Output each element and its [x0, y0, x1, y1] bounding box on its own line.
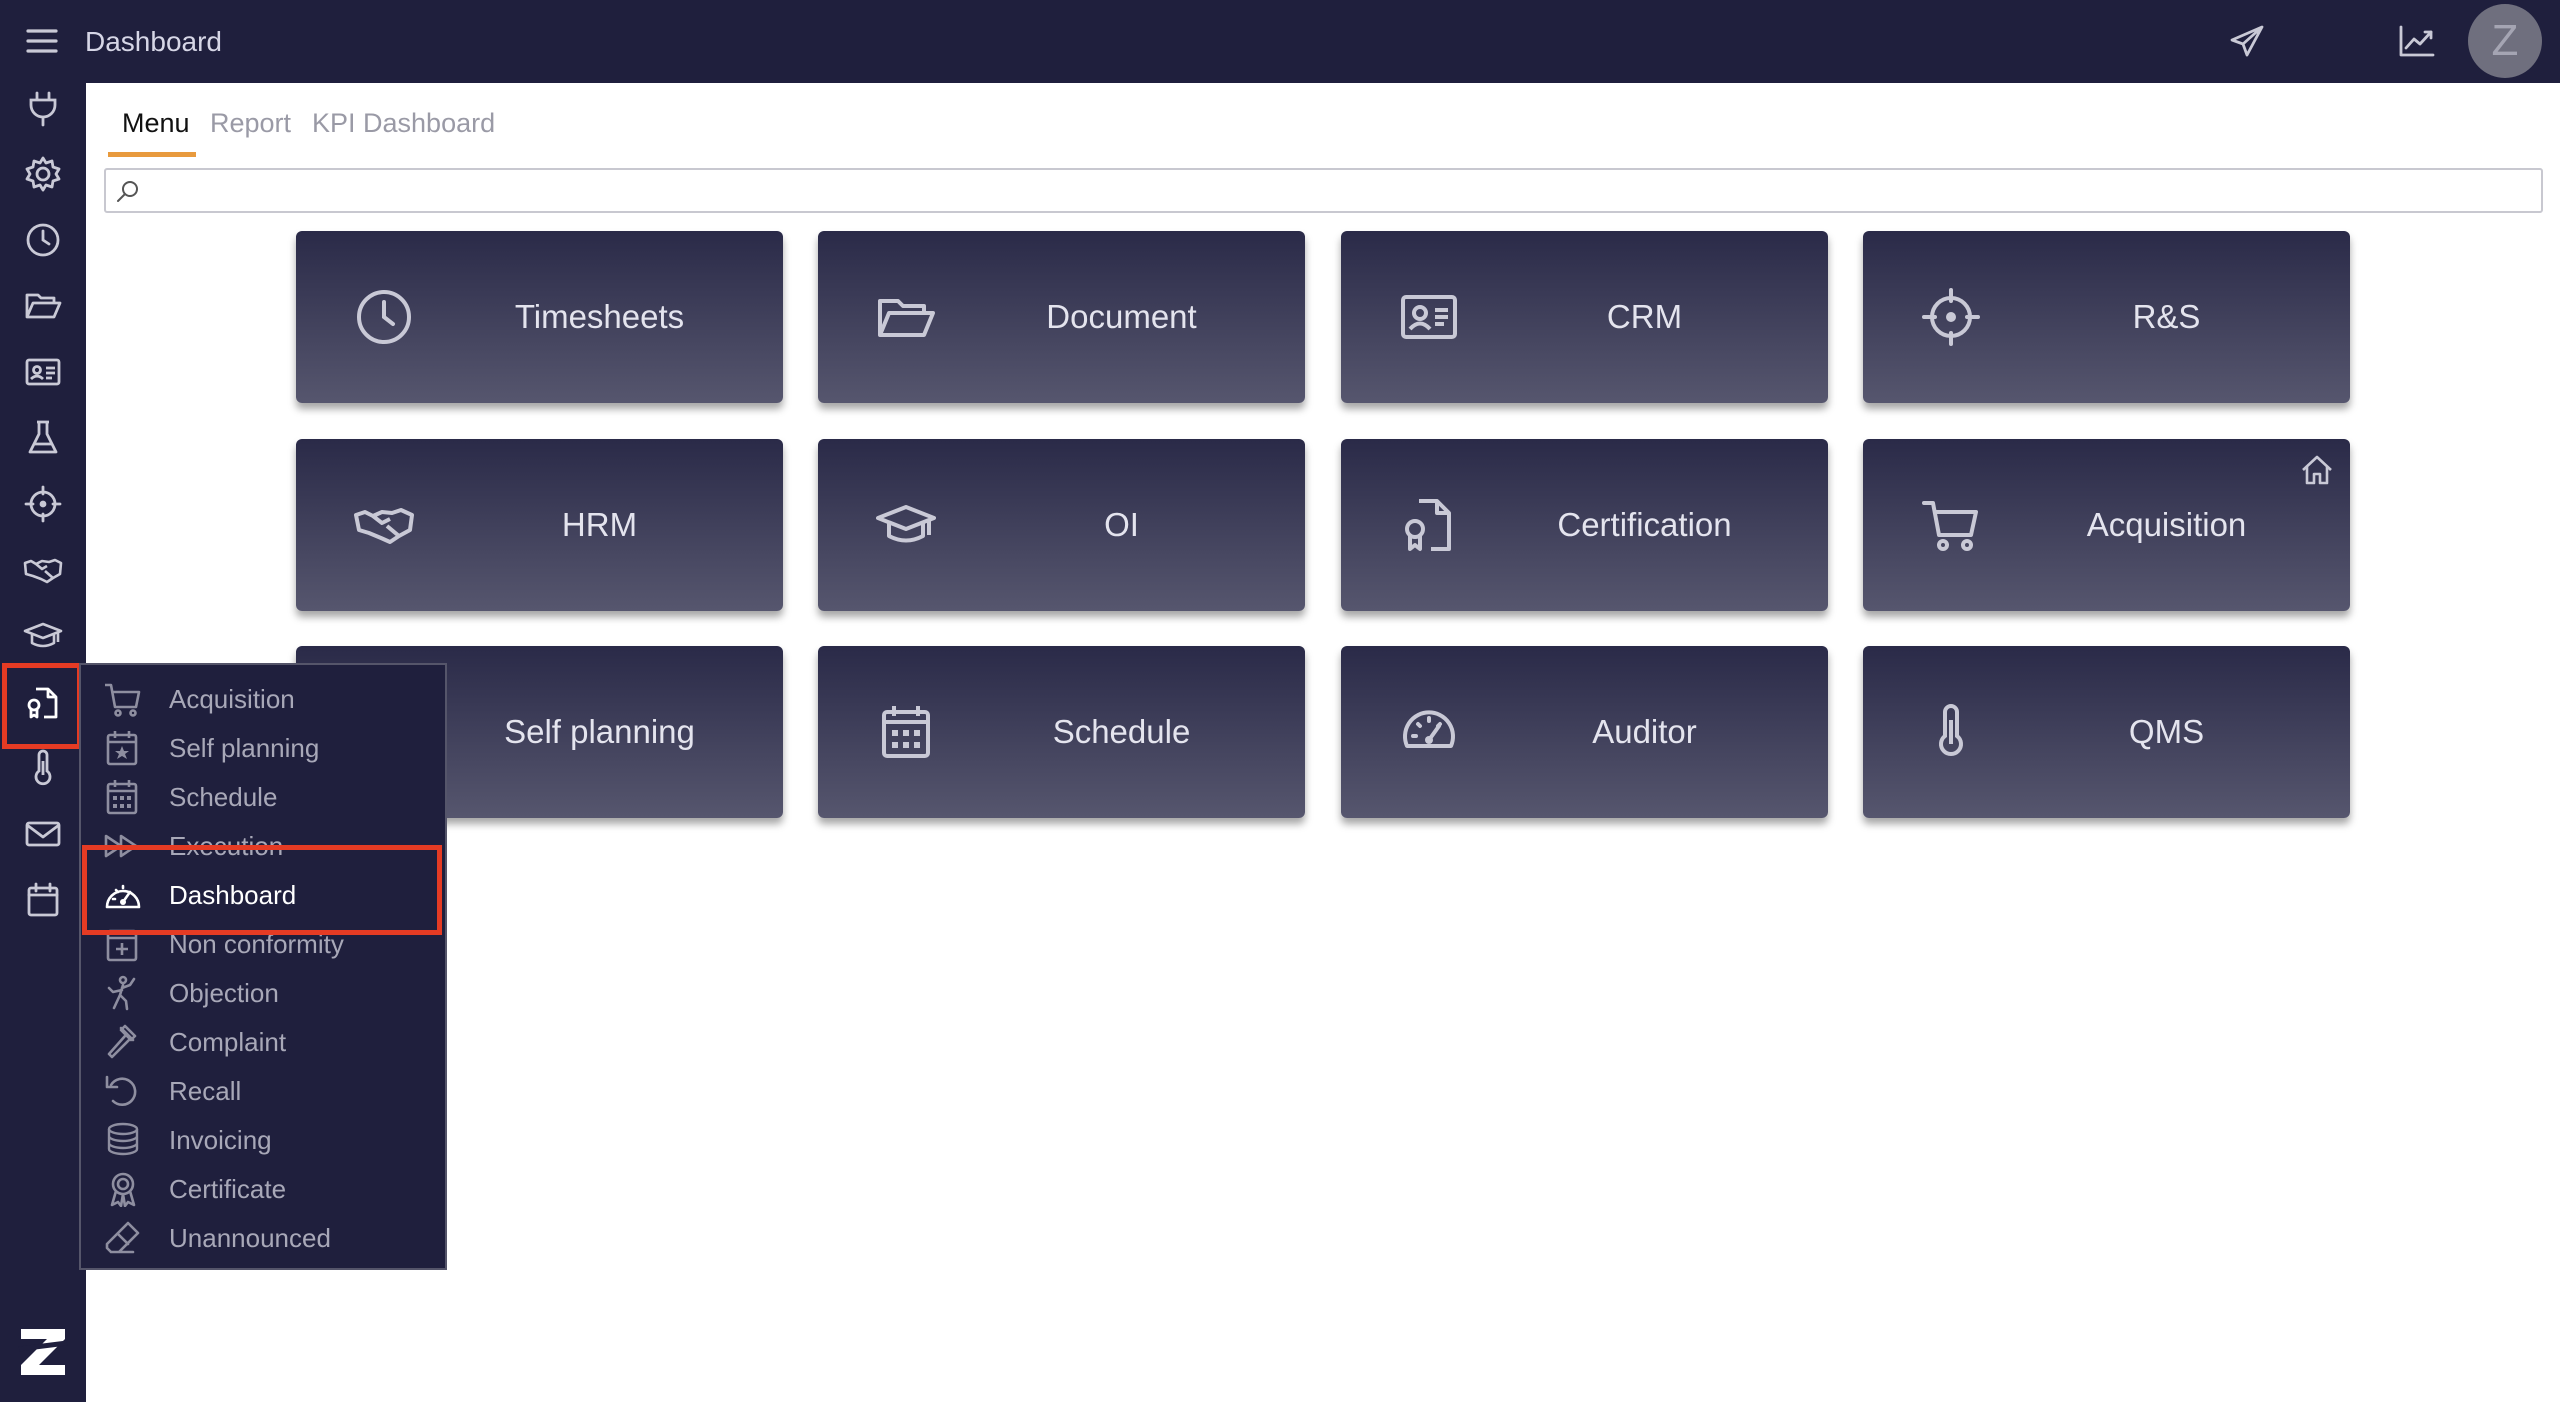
- submenu-label: Unannounced: [169, 1223, 331, 1253]
- tile-label: QMS: [2128, 713, 2205, 750]
- tile-label: CRM: [1606, 298, 1683, 335]
- tab-menu[interactable]: Menu: [122, 100, 190, 158]
- mail-icon[interactable]: [22, 813, 64, 855]
- folder-open-icon[interactable]: [22, 285, 64, 327]
- handshake-icon[interactable]: [22, 549, 64, 591]
- clock-icon: [354, 287, 414, 347]
- gear-icon[interactable]: [22, 153, 64, 195]
- cart-icon: [103, 681, 143, 717]
- tile-label: OI: [1104, 506, 1139, 543]
- coins-icon: [103, 1122, 143, 1158]
- app-root: Dashboard Z Menu Report KPI Dashboard Ti…: [0, 0, 2560, 1402]
- home-icon[interactable]: [2298, 451, 2336, 489]
- submenu-label: Invoicing: [169, 1125, 272, 1155]
- tile-label: Acquisition: [2086, 506, 2247, 543]
- top-bar: Dashboard Z: [0, 0, 2560, 83]
- tile-label: Document: [1046, 298, 1197, 335]
- id-card-icon[interactable]: [22, 351, 64, 393]
- submenu-item-acquisition[interactable]: Acquisition: [103, 675, 443, 723]
- calendar-icon[interactable]: [22, 879, 64, 921]
- tile-hrm[interactable]: HRM: [296, 439, 783, 611]
- user-avatar[interactable]: Z: [2468, 4, 2542, 78]
- file-certificate-icon: [1399, 495, 1459, 555]
- tile-auditor[interactable]: Auditor: [1341, 646, 1828, 818]
- submenu-label: Recall: [169, 1076, 242, 1106]
- calendar-star-icon: [103, 730, 143, 766]
- tile-qms[interactable]: QMS: [1863, 646, 2350, 818]
- submenu-item-unannounced[interactable]: Unannounced: [103, 1214, 443, 1262]
- submenu-label: Complaint: [169, 1027, 287, 1057]
- tile-crm[interactable]: CRM: [1341, 231, 1828, 403]
- tile-certification[interactable]: Certification: [1341, 439, 1828, 611]
- dashboard-item-highlight: [82, 845, 442, 935]
- gauge-icon: [1399, 702, 1459, 762]
- objection-icon: [103, 975, 143, 1011]
- chart-line-icon[interactable]: [2396, 20, 2438, 62]
- submenu-item-schedule[interactable]: Schedule: [103, 773, 443, 821]
- thermometer-icon[interactable]: [22, 747, 64, 789]
- submenu-item-objection[interactable]: Objection: [103, 969, 443, 1017]
- tile-label: R&S: [2132, 298, 2201, 335]
- tab-kpi-dashboard[interactable]: KPI Dashboard: [312, 100, 495, 158]
- hamburger-menu-icon[interactable]: [22, 21, 62, 61]
- submenu-item-recall[interactable]: Recall: [103, 1067, 443, 1115]
- certification-submenu: Acquisition Self planning Schedule Execu…: [79, 663, 447, 1270]
- tile-label: Auditor: [1592, 713, 1697, 750]
- submenu-item-invoicing[interactable]: Invoicing: [103, 1116, 443, 1164]
- submenu-label: Self planning: [169, 733, 320, 763]
- search-input[interactable]: [150, 170, 2530, 211]
- submenu-label: Schedule: [169, 782, 278, 812]
- active-tab-indicator: [108, 152, 196, 157]
- gavel-icon: [103, 1024, 143, 1060]
- plug-icon[interactable]: [22, 87, 64, 129]
- page-title: Dashboard: [85, 26, 222, 57]
- submenu-item-complaint[interactable]: Complaint: [103, 1018, 443, 1066]
- tile-label: Schedule: [1052, 713, 1191, 750]
- clock-icon[interactable]: [22, 219, 64, 261]
- award-icon: [103, 1171, 143, 1207]
- submenu-item-certificate[interactable]: Certificate: [103, 1165, 443, 1213]
- submenu-label: Acquisition: [169, 684, 295, 714]
- cart-icon: [1921, 495, 1981, 555]
- paper-plane-icon[interactable]: [2226, 20, 2268, 62]
- calendar-grid-icon: [103, 779, 143, 815]
- eraser-icon: [103, 1220, 143, 1256]
- tile-label: Certification: [1557, 506, 1732, 543]
- folder-open-icon: [876, 287, 936, 347]
- tab-report[interactable]: Report: [210, 100, 291, 158]
- crosshair-icon: [1921, 287, 1981, 347]
- submenu-label: Certificate: [169, 1174, 287, 1204]
- handshake-icon: [354, 495, 414, 555]
- undo-icon: [103, 1073, 143, 1109]
- graduation-cap-icon: [876, 495, 936, 555]
- calendar-grid-icon: [876, 702, 936, 762]
- tile-label: Self planning: [504, 713, 695, 750]
- tile-label: HRM: [561, 506, 638, 543]
- tile-acquisition[interactable]: Acquisition: [1863, 439, 2350, 611]
- tile-oi[interactable]: OI: [818, 439, 1305, 611]
- tile-document[interactable]: Document: [818, 231, 1305, 403]
- thermometer-icon: [1921, 702, 1981, 762]
- graduation-cap-icon[interactable]: [22, 615, 64, 657]
- search-icon: [114, 178, 142, 206]
- tile-r-and-s[interactable]: R&S: [1863, 231, 2350, 403]
- search-box: [104, 168, 2543, 213]
- sidebar-active-highlight: [2, 663, 82, 749]
- flask-icon[interactable]: [22, 417, 64, 459]
- tile-timesheets[interactable]: Timesheets: [296, 231, 783, 403]
- sidebar: [0, 83, 86, 1402]
- tile-schedule[interactable]: Schedule: [818, 646, 1305, 818]
- submenu-item-self-planning[interactable]: Self planning: [103, 724, 443, 772]
- tile-label: Timesheets: [514, 298, 685, 335]
- company-logo: [17, 1323, 69, 1379]
- crosshair-icon[interactable]: [22, 483, 64, 525]
- submenu-label: Objection: [169, 978, 279, 1008]
- id-card-icon: [1399, 287, 1459, 347]
